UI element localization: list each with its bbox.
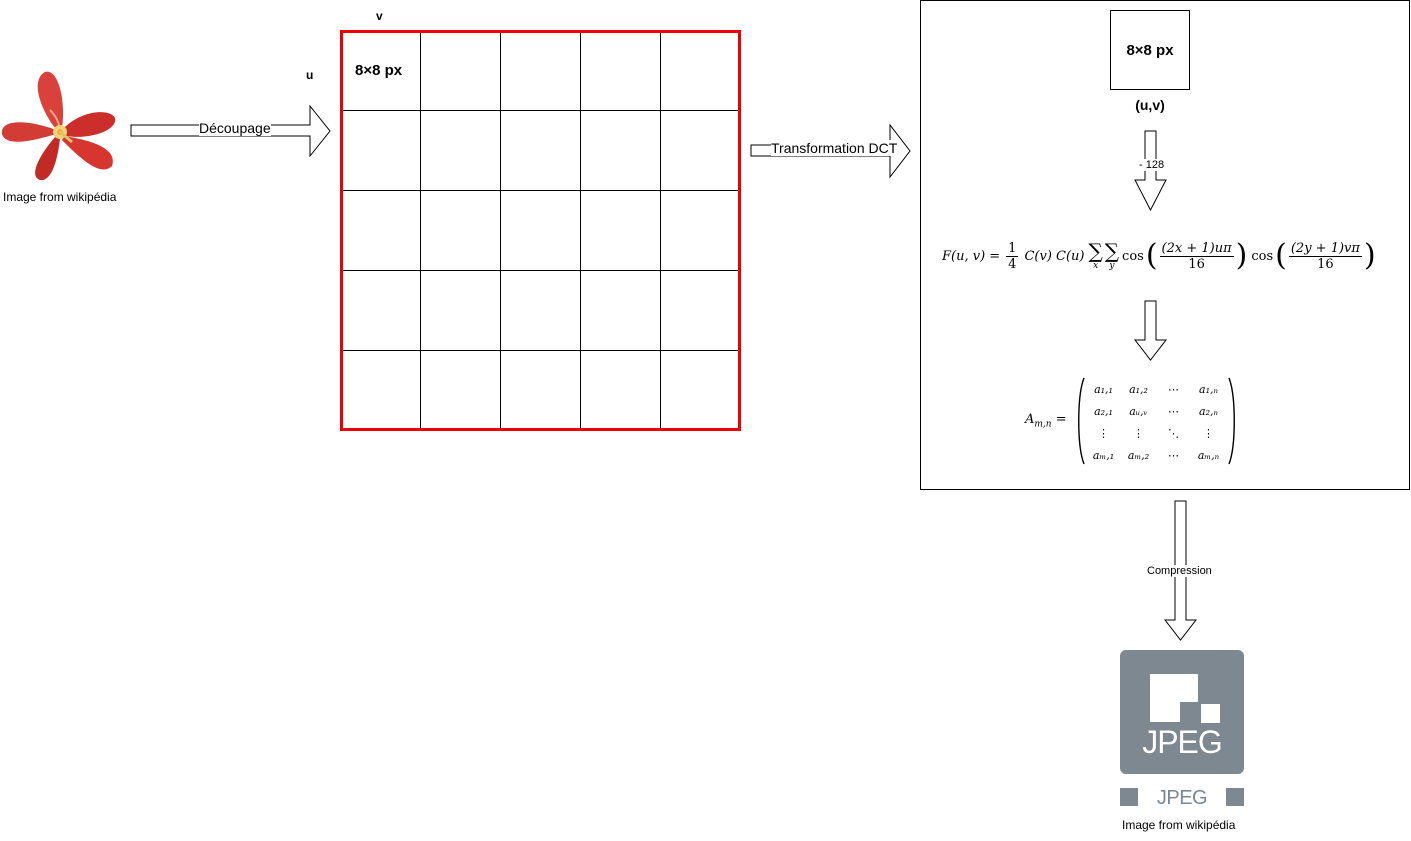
jpeg-logo-text: JPEG	[1142, 724, 1223, 760]
dct-formula: F(u, v) = 1 4 C(v) C(u) ∑ x ∑ y cos ( (2…	[942, 238, 1376, 273]
matrix-cell: ⋯	[1168, 382, 1179, 396]
matrix-cell: a₁,₂	[1129, 382, 1148, 396]
matrix-arrow	[1133, 300, 1168, 361]
matrix-cell: a₂,ₙ	[1199, 404, 1218, 418]
formula-den-2: 16	[1317, 256, 1334, 272]
matrix-cell: ⋮	[1133, 426, 1144, 440]
matrix-cell: ⋯	[1168, 404, 1179, 418]
formula-sum-x: x	[1093, 261, 1099, 271]
formula-cos-1: cos	[1122, 248, 1144, 264]
decoupage-label: Découpage	[199, 120, 271, 136]
source-image-caption: Image from wikipédia	[3, 190, 117, 204]
shift-label: - 128	[1139, 159, 1165, 171]
matrix-cell: a₁,₁	[1094, 382, 1113, 396]
grid-lines	[340, 30, 741, 431]
matrix-cell: a₂,₁	[1094, 404, 1113, 418]
grid-border	[340, 30, 741, 431]
formula-num-2: (2y + 1)vπ	[1288, 240, 1362, 257]
dct-block-label: 8×8 px	[1126, 42, 1174, 59]
formula-c-terms: C(v) C(u)	[1024, 248, 1085, 264]
matrix-cell: ⋯	[1168, 448, 1179, 462]
matrix-cell: ⋱	[1168, 426, 1179, 440]
matrix-cell: aₘ,ₙ	[1197, 448, 1220, 462]
block-grid	[340, 30, 741, 431]
formula-cos-2: cos	[1251, 248, 1274, 264]
coord-label: (u,v)	[1135, 97, 1165, 113]
axis-v-label: v	[376, 9, 383, 23]
matrix-cell: ⋮	[1203, 426, 1214, 440]
matrix-cell: aₘ,₁	[1092, 448, 1115, 462]
jpeg-square-left	[1120, 788, 1138, 806]
matrix-cells: a₁,₁ a₁,₂ ⋯ a₁,ₙ a₂,₁ aᵤ,ᵥ ⋯ a₂,ₙ ⋮ ⋮ ⋱ …	[1086, 378, 1226, 466]
jpeg-wordmark: JPEG	[1156, 787, 1208, 809]
formula-den-1: 16	[1188, 256, 1205, 272]
axis-u-label: u	[306, 68, 314, 82]
matrix-lhs: Am,n =	[1025, 412, 1067, 430]
jpeg-logo: JPEG	[1120, 650, 1244, 774]
flower-image	[1, 71, 116, 181]
formula-frac-den: 4	[1008, 256, 1017, 272]
matrix-cell: aᵤ,ᵥ	[1129, 404, 1148, 418]
matrix-cell: ⋮	[1098, 426, 1109, 440]
formula-frac-num: 1	[1006, 240, 1019, 257]
formula-sum-y: y	[1109, 261, 1115, 271]
formula-num-1: (2x + 1)uπ	[1159, 240, 1234, 257]
matrix-lhs-sub: m,n	[1034, 419, 1052, 430]
grid-block-label: 8×8 px	[355, 62, 403, 79]
formula-lhs: F(u, v) =	[942, 248, 1001, 264]
matrix-eq: =	[1055, 412, 1067, 427]
compression-label: Compression	[1147, 565, 1212, 577]
dct-label: Transformation DCT	[771, 140, 898, 156]
matrix-cell: a₁,ₙ	[1199, 382, 1218, 396]
jpeg-caption: Image from wikipédia	[1122, 818, 1236, 832]
jpeg-square-right	[1226, 788, 1244, 806]
matrix-cell: aₘ,₂	[1127, 448, 1150, 462]
shift-arrow	[1134, 130, 1167, 212]
